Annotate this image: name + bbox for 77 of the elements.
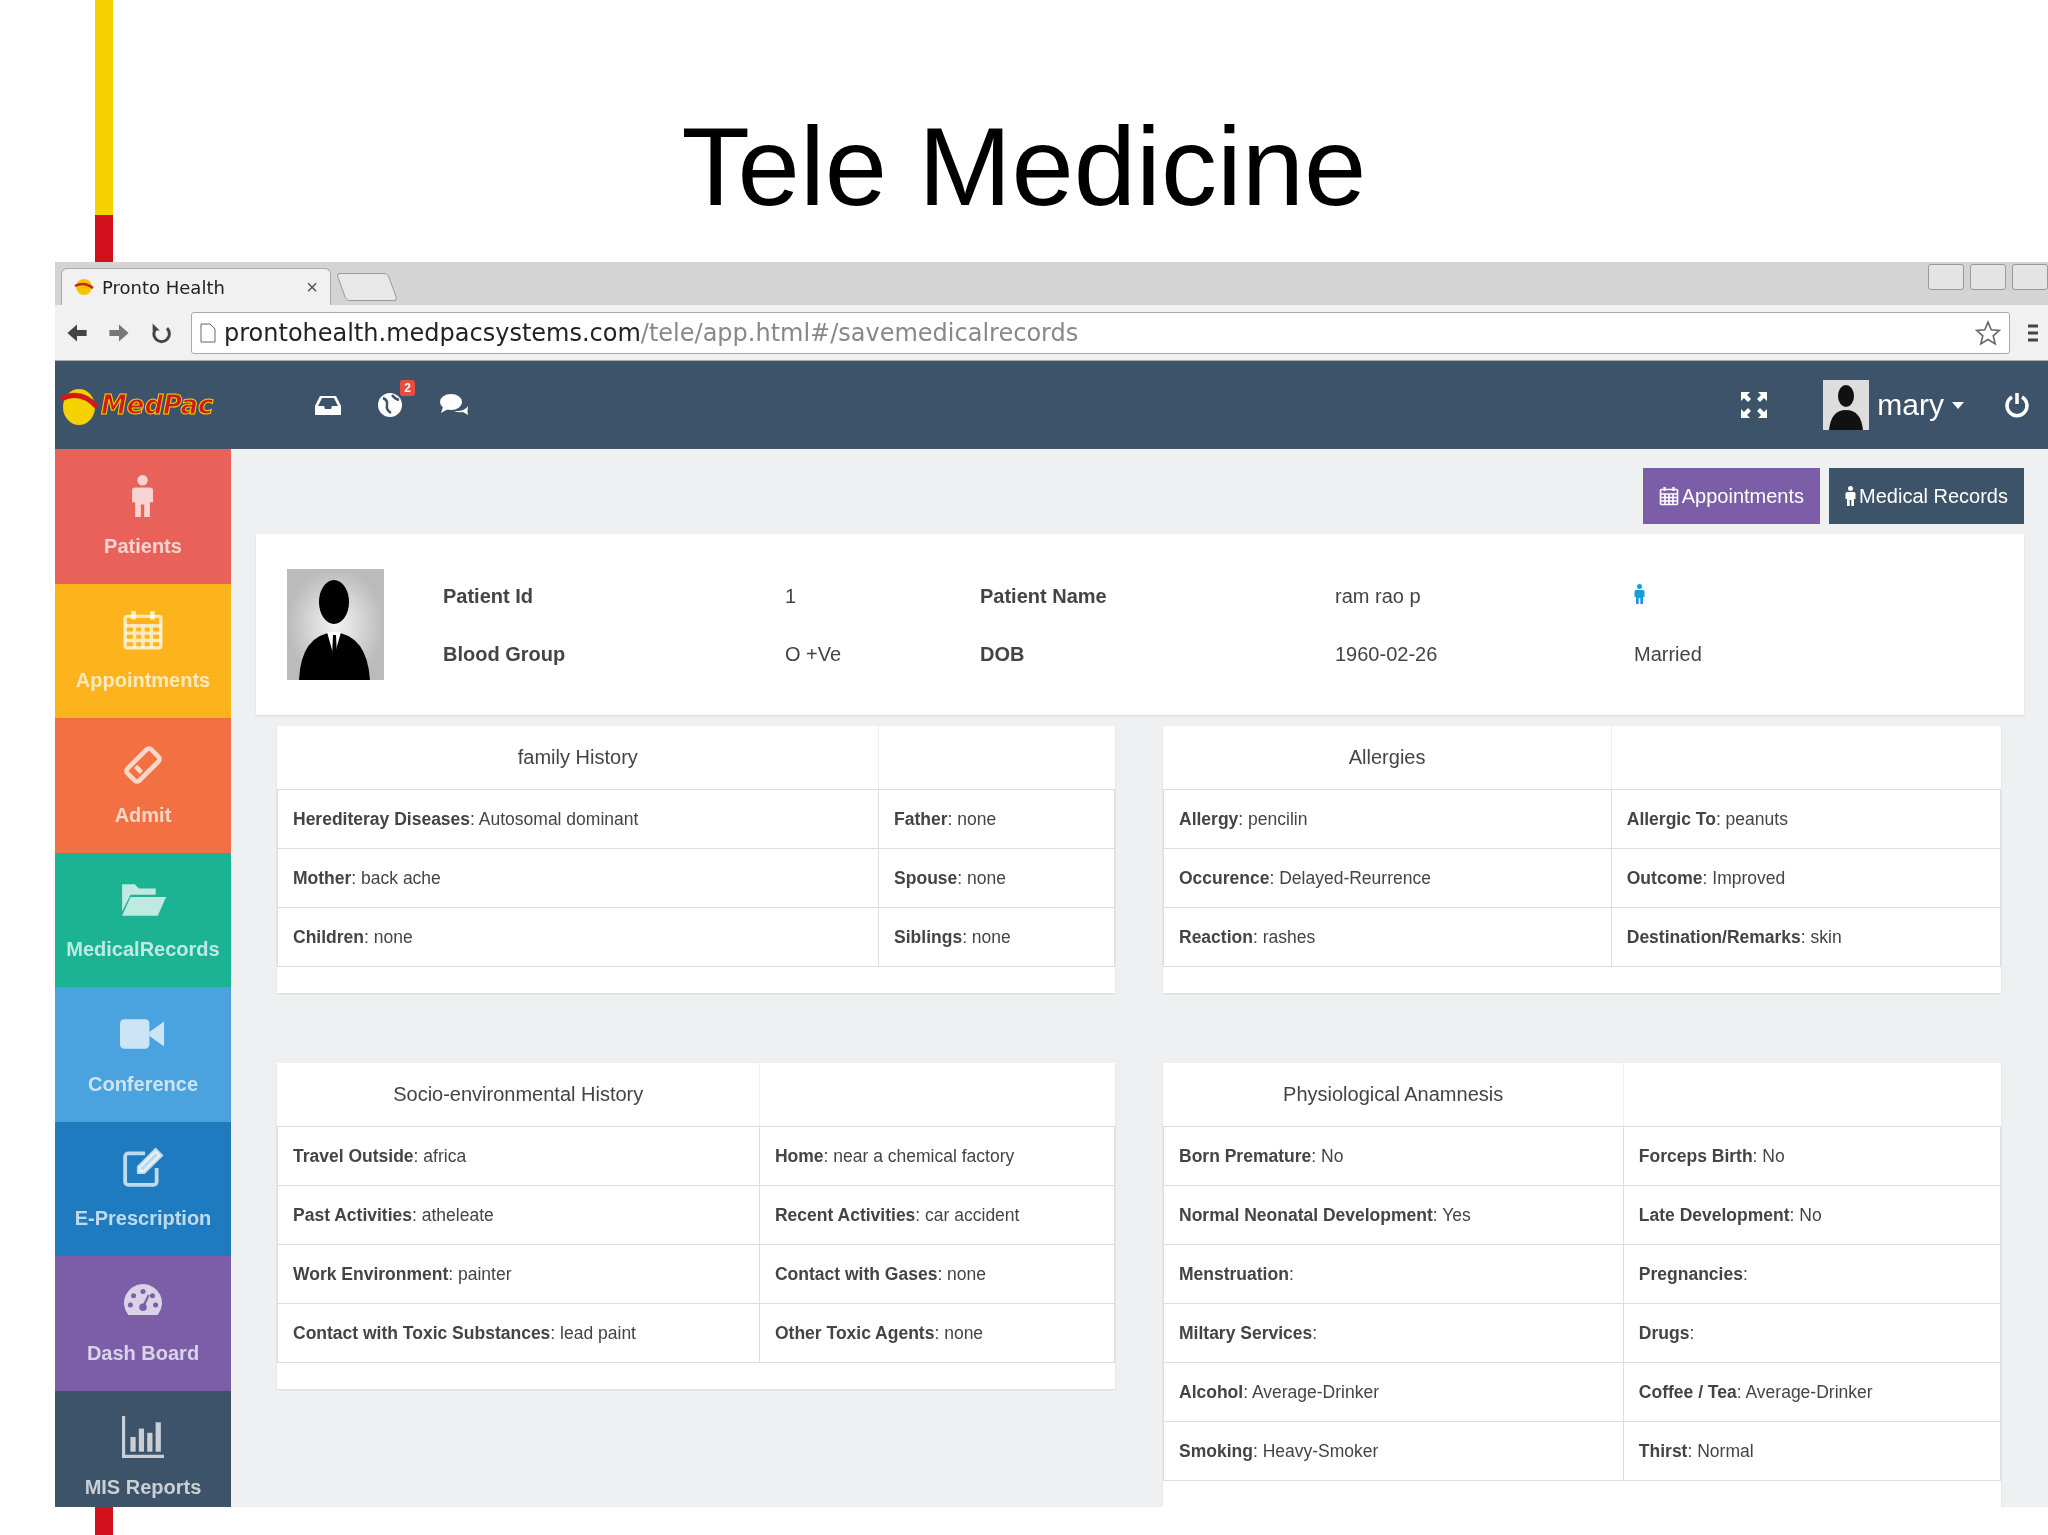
table-cell: Occurence: Delayed-Reurrence (1163, 848, 1612, 908)
table-cell: Drugs: (1623, 1303, 2001, 1363)
table-cell: Reaction: rashes (1163, 907, 1612, 967)
field-value: 1960-02-26 (1335, 642, 1439, 666)
sidebar-item[interactable]: Dash Board (55, 1256, 231, 1391)
table-cell: Pregnancies: (1623, 1244, 2001, 1304)
table-cell: Spouse: none (878, 848, 1115, 908)
caret-icon (1952, 401, 1964, 409)
table-cell: Past Activities: atheleate (277, 1185, 760, 1245)
logo-icon (74, 277, 94, 297)
table-cell: Allergy: pencilin (1163, 789, 1612, 849)
user-menu[interactable]: mary (1823, 380, 1964, 430)
appointments-button[interactable]: Appointments (1642, 468, 1821, 524)
person-icon (131, 474, 155, 517)
brand-name: MedPac (101, 390, 214, 420)
field-label: Blood Group (443, 642, 567, 666)
inbox-icon[interactable] (315, 394, 341, 416)
table-cell: Other Toxic Agents: none (759, 1303, 1115, 1363)
table-cell: Miltary Services: (1163, 1303, 1624, 1363)
field-value: O +Ve (785, 642, 843, 666)
table-cell: Alcohol: Average-Drinker (1163, 1362, 1624, 1422)
table-cell: Thirst: Normal (1623, 1421, 2001, 1481)
panel-title: family History (517, 746, 638, 768)
table-cell: Siblings: none (878, 907, 1115, 967)
tab-title: Pronto Health (102, 276, 226, 298)
table-cell: Destination/Remarks: skin (1611, 907, 2001, 967)
table-cell: Contact with Toxic Substances: lead paint (277, 1303, 760, 1363)
calendar-icon (122, 609, 164, 652)
table-cell: Coffee / Tea: Average-Drinker (1623, 1362, 2001, 1422)
table-cell: Outcome: Improved (1611, 848, 2001, 908)
tab-close-button[interactable]: × (306, 275, 318, 299)
person-icon (1845, 486, 1857, 506)
table-cell: Mother: back ache (277, 848, 879, 908)
table-cell: Forceps Birth: No (1623, 1126, 2001, 1186)
table-cell: Recent Activities: car accident (759, 1185, 1115, 1245)
table-cell: Born Premature: No (1163, 1126, 1624, 1186)
panel-title: Socio-environmental History (393, 1083, 644, 1105)
slide-accent-stripe (95, 1507, 113, 1535)
table-cell: Herediteray Diseases: Autosomal dominant (277, 789, 879, 849)
star-icon[interactable] (1975, 319, 2001, 346)
ticket-icon (122, 743, 164, 786)
panel-title: Physiological Anamnesis (1283, 1083, 1504, 1105)
field-label: Patient Id (443, 584, 534, 608)
slide-title: Tele Medicine (681, 102, 1367, 231)
address-bar[interactable]: prontohealth.medpacsystems.com/tele/app.html#/savemedicalrecords (191, 311, 2010, 354)
field-label: Patient Name (980, 584, 1108, 608)
globe-icon[interactable] (377, 392, 403, 418)
calendar-icon (1658, 486, 1679, 506)
table-cell: Late Development: No (1623, 1185, 2001, 1245)
table-cell: Father: none (878, 789, 1115, 849)
sidebar-item[interactable]: E-Prescription (55, 1121, 231, 1256)
medical-records-button[interactable]: Medical Records (1829, 468, 2024, 524)
table-cell: Smoking: Heavy-Smoker (1163, 1421, 1624, 1481)
field-value: 1 (785, 584, 798, 608)
field-value: ram rao p (1335, 584, 1422, 608)
notification-badge: 2 (400, 380, 415, 396)
field-label: DOB (980, 642, 1026, 666)
browser-tab[interactable]: Pronto Health × (61, 268, 331, 305)
marital-status: Married (1634, 642, 1703, 666)
edit-icon (122, 1147, 164, 1190)
bar-chart-icon (122, 1416, 164, 1459)
panel-title: Allergies (1348, 746, 1426, 768)
table-cell: Work Environment: painter (277, 1244, 760, 1304)
table-cell: Children: none (277, 907, 879, 967)
table-cell: Normal Neonatal Development: Yes (1163, 1185, 1624, 1245)
avatar (1823, 380, 1870, 430)
fullscreen-icon[interactable] (1741, 392, 1768, 418)
table-cell: Travel Outside: africa (277, 1126, 760, 1186)
power-icon[interactable] (2004, 392, 2030, 418)
page-icon (200, 322, 216, 343)
male-icon (1634, 583, 1645, 604)
table-cell: Home: near a chemical factory (759, 1126, 1115, 1186)
chat-icon[interactable] (439, 393, 469, 417)
table-cell: Menstruation: (1163, 1244, 1624, 1304)
table-cell: Allergic To: peanuts (1611, 789, 2001, 849)
table-cell: Contact with Gases: none (759, 1244, 1115, 1304)
sidebar-item[interactable]: MIS Reports (55, 1390, 231, 1507)
